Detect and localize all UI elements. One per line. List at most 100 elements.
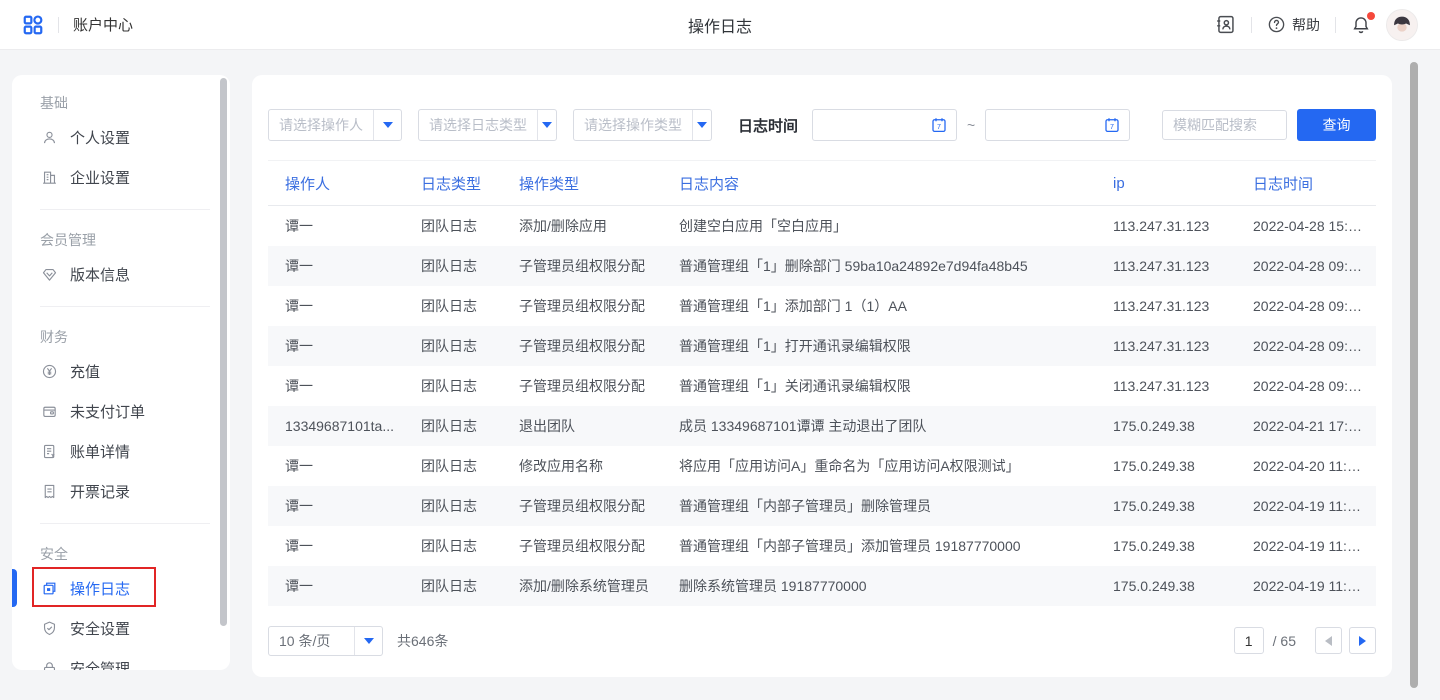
cell-operator: 谭一 — [268, 526, 421, 566]
section-title-membership: 会员管理 — [40, 216, 230, 254]
notification-button[interactable] — [1351, 15, 1371, 35]
sidebar-item-invoice-records[interactable]: 开票记录 — [40, 471, 230, 511]
cell-log-time: 2022-04-28 09:34 — [1253, 366, 1376, 406]
cell-log-time: 2022-04-19 11:47 — [1253, 526, 1376, 566]
sidebar-item-label: 充值 — [70, 361, 100, 382]
sidebar-item-unpaid-orders[interactable]: 未支付订单 — [40, 391, 230, 431]
cell-ip: 113.247.31.123 — [1113, 206, 1253, 246]
cell-log-type: 团队日志 — [421, 326, 519, 366]
col-header-log-time: 日志时间 — [1253, 161, 1376, 206]
cell-operator: 谭一 — [268, 286, 421, 326]
avatar[interactable] — [1386, 9, 1418, 41]
cell-log-content: 删除系统管理员 19187770000 — [679, 566, 1113, 606]
cell-log-type: 团队日志 — [421, 526, 519, 566]
section-title-security: 安全 — [40, 530, 230, 568]
cell-log-time: 2022-04-28 15:32 — [1253, 206, 1376, 246]
chevron-right-icon — [1359, 636, 1366, 646]
chevron-down-icon — [383, 122, 393, 128]
svg-text:7: 7 — [937, 123, 941, 131]
lock-icon — [40, 659, 58, 670]
cell-ip: 175.0.249.38 — [1113, 406, 1253, 446]
log-table: 操作人 日志类型 操作类型 日志内容 ip 日志时间 谭一 团队日志 添加/删除… — [268, 160, 1376, 606]
cell-log-content: 创建空白应用「空白应用」 — [679, 206, 1113, 246]
table-row: 谭一 团队日志 子管理员组权限分配 普通管理组「内部子管理员」添加管理员 191… — [268, 526, 1376, 566]
cell-log-type: 团队日志 — [421, 446, 519, 486]
app-grid-icon[interactable] — [22, 14, 44, 36]
chevron-down-icon — [364, 638, 374, 644]
help-icon — [1267, 15, 1286, 34]
sidebar-item-recharge[interactable]: 充值 — [40, 351, 230, 391]
operator-select[interactable]: 请选择操作人 — [268, 109, 402, 141]
cell-operator: 谭一 — [268, 366, 421, 406]
cell-log-type: 团队日志 — [421, 366, 519, 406]
cell-log-time: 2022-04-28 09:34 — [1253, 246, 1376, 286]
sidebar-item-security-management[interactable]: 安全管理 — [40, 648, 230, 670]
page-scrollbar[interactable] — [1410, 62, 1418, 688]
cell-operator: 谭一 — [268, 206, 421, 246]
divider — [1335, 17, 1336, 33]
log-icon — [40, 579, 58, 597]
table-header-row: 操作人 日志类型 操作类型 日志内容 ip 日志时间 — [268, 161, 1376, 206]
help-button[interactable]: 帮助 — [1267, 15, 1320, 35]
cell-log-type: 团队日志 — [421, 246, 519, 286]
sidebar-item-operation-log[interactable]: 操作日志 — [40, 568, 230, 608]
cell-operation-type: 子管理员组权限分配 — [519, 366, 679, 406]
sidebar: 基础 个人设置 企业设置 会员管理 — [12, 75, 230, 670]
total-count: 共646条 — [397, 631, 448, 651]
cell-ip: 113.247.31.123 — [1113, 366, 1253, 406]
table-row: 谭一 团队日志 子管理员组权限分配 普通管理组「内部子管理员」删除管理员 175… — [268, 486, 1376, 526]
table-row: 13349687101ta... 团队日志 退出团队 成员 1334968710… — [268, 406, 1376, 446]
chevron-down-icon — [697, 122, 707, 128]
col-header-ip: ip — [1113, 161, 1253, 206]
cell-log-type: 团队日志 — [421, 206, 519, 246]
cell-log-content: 普通管理组「内部子管理员」删除管理员 — [679, 486, 1113, 526]
sidebar-item-personal-settings[interactable]: 个人设置 — [40, 117, 230, 157]
sidebar-item-bill-details[interactable]: 账单详情 — [40, 431, 230, 471]
sidebar-scrollbar[interactable] — [220, 78, 227, 626]
next-page-button[interactable] — [1349, 627, 1376, 654]
svg-text:7: 7 — [1110, 123, 1114, 131]
contacts-icon[interactable] — [1215, 14, 1236, 35]
sidebar-item-version-info[interactable]: 版本信息 — [40, 254, 230, 294]
shield-icon — [40, 619, 58, 637]
sidebar-item-security-settings[interactable]: 安全设置 — [40, 608, 230, 648]
divider — [58, 17, 59, 33]
prev-page-button[interactable] — [1315, 627, 1342, 654]
page-number-input[interactable] — [1234, 627, 1264, 654]
sidebar-item-label: 个人设置 — [70, 127, 130, 148]
wallet-icon — [40, 402, 58, 420]
cell-operator: 13349687101ta... — [268, 406, 421, 446]
page-size-select[interactable]: 10 条/页 — [268, 626, 383, 656]
help-label: 帮助 — [1292, 15, 1320, 35]
start-date-input[interactable]: 7 — [812, 109, 957, 141]
total-pages: / 65 — [1273, 633, 1296, 649]
sidebar-item-label: 版本信息 — [70, 264, 130, 285]
search-input[interactable] — [1162, 110, 1287, 140]
table-row: 谭一 团队日志 修改应用名称 将应用「应用访问A」重命名为「应用访问A权限测试」… — [268, 446, 1376, 486]
sidebar-item-enterprise-settings[interactable]: 企业设置 — [40, 157, 230, 197]
query-button[interactable]: 查询 — [1297, 109, 1376, 141]
cell-operation-type: 添加/删除应用 — [519, 206, 679, 246]
cell-ip: 113.247.31.123 — [1113, 246, 1253, 286]
table-row: 谭一 团队日志 添加/删除系统管理员 删除系统管理员 19187770000 1… — [268, 566, 1376, 606]
cell-log-time: 2022-04-28 09:34 — [1253, 326, 1376, 366]
cell-log-type: 团队日志 — [421, 566, 519, 606]
cell-log-content: 普通管理组「1」打开通讯录编辑权限 — [679, 326, 1113, 366]
cell-operation-type: 子管理员组权限分配 — [519, 486, 679, 526]
sidebar-item-label: 未支付订单 — [70, 401, 145, 422]
cell-operation-type: 子管理员组权限分配 — [519, 286, 679, 326]
divider — [1251, 17, 1252, 33]
sidebar-item-label: 安全设置 — [70, 618, 130, 639]
app-name: 账户中心 — [73, 14, 133, 35]
table-row: 谭一 团队日志 子管理员组权限分配 普通管理组「1」添加部门 1（1）AA 11… — [268, 286, 1376, 326]
sidebar-item-label: 操作日志 — [70, 578, 130, 599]
table-row: 谭一 团队日志 子管理员组权限分配 普通管理组「1」打开通讯录编辑权限 113.… — [268, 326, 1376, 366]
table-row: 谭一 团队日志 子管理员组权限分配 普通管理组「1」关闭通讯录编辑权限 113.… — [268, 366, 1376, 406]
log-type-select[interactable]: 请选择日志类型 — [418, 109, 557, 141]
end-date-input[interactable]: 7 — [985, 109, 1130, 141]
cell-log-type: 团队日志 — [421, 406, 519, 446]
table-footer: 10 条/页 共646条 / 65 — [268, 626, 1376, 656]
cell-operation-type: 退出团队 — [519, 406, 679, 446]
chevron-down-icon — [542, 122, 552, 128]
operation-type-select[interactable]: 请选择操作类型 — [573, 109, 712, 141]
